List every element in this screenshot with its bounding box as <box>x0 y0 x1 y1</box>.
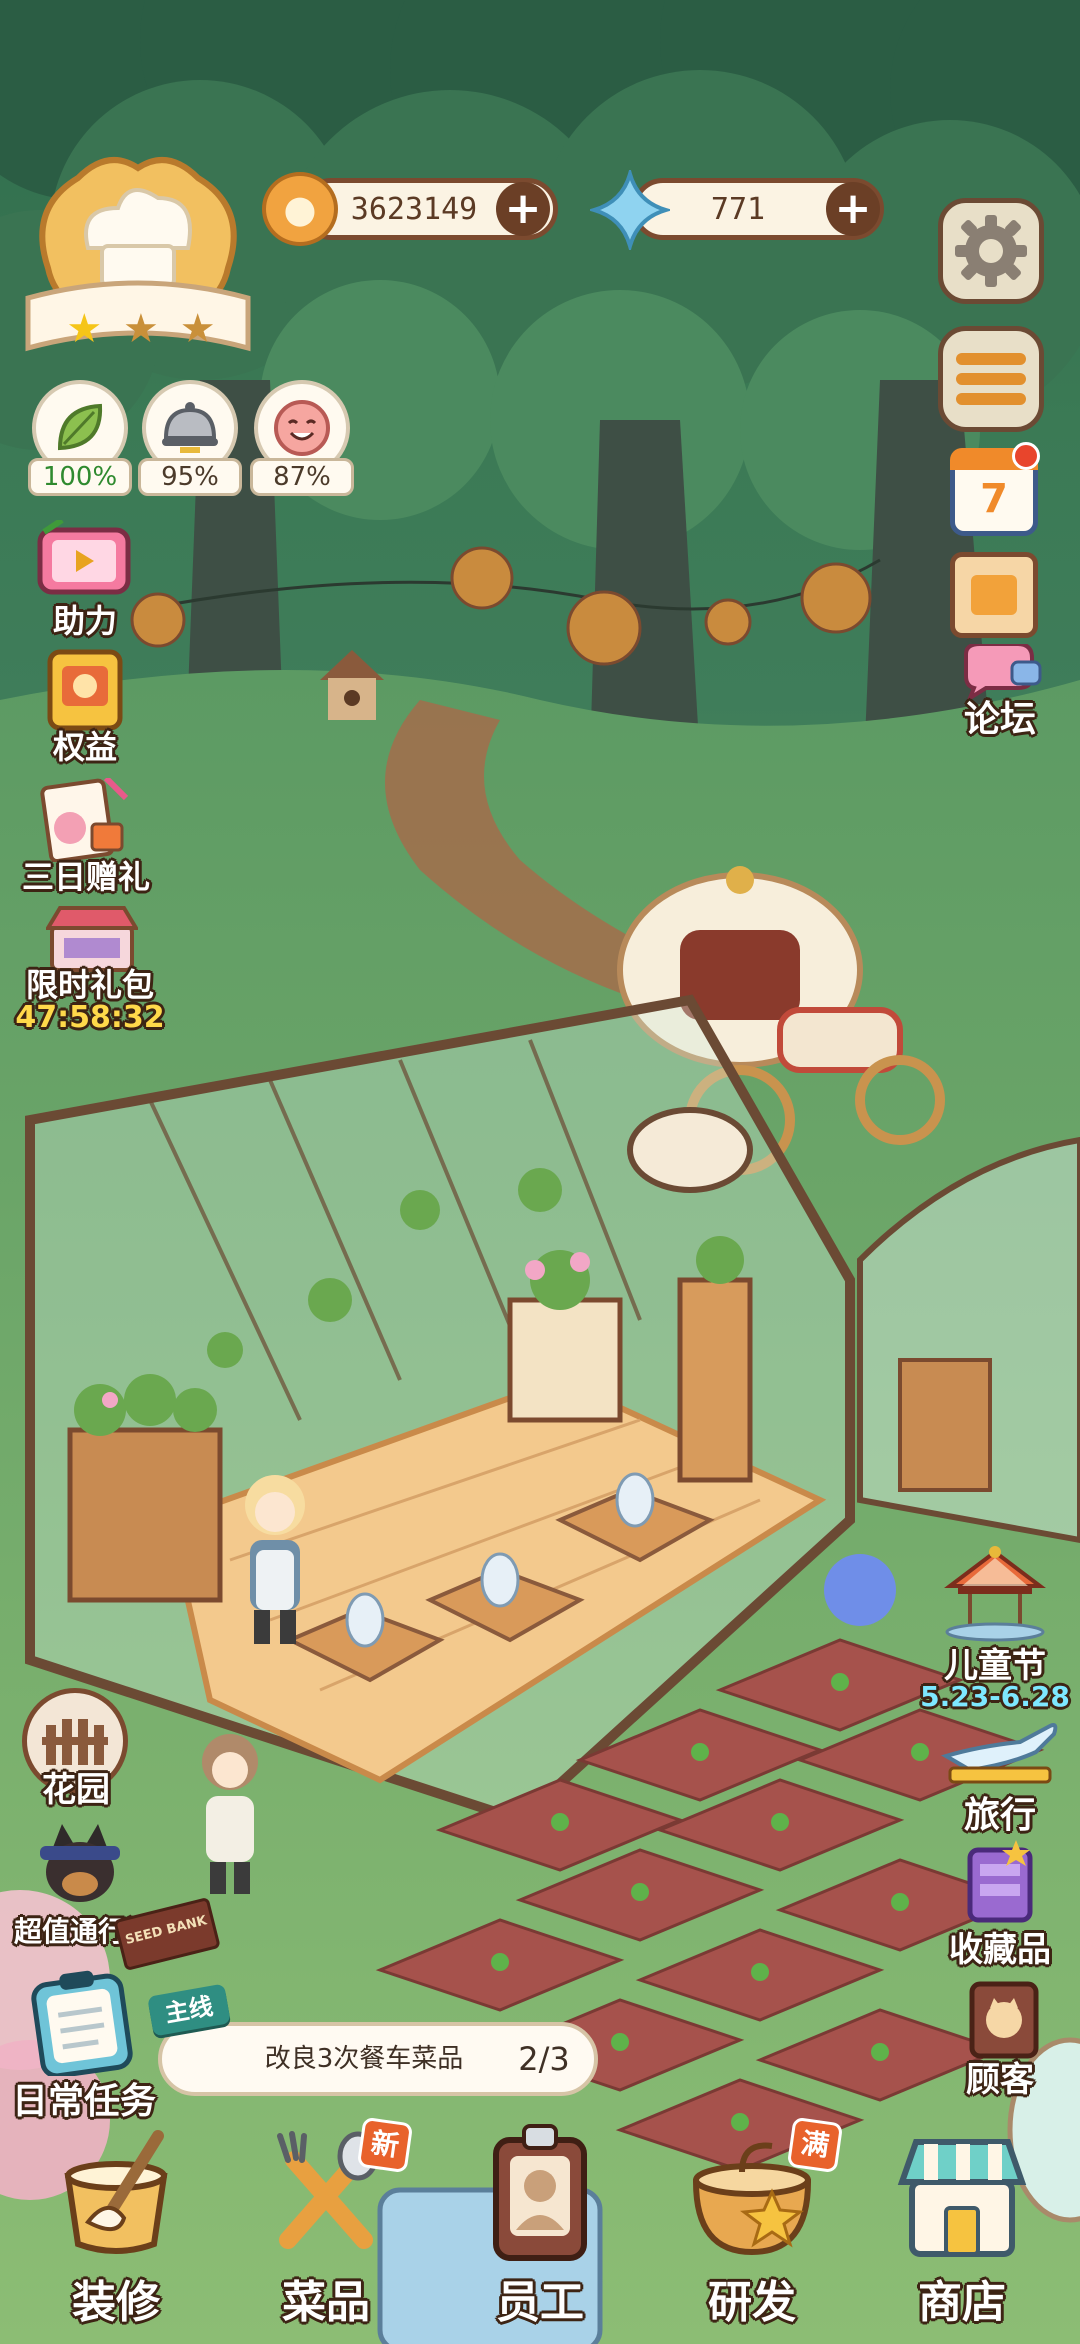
stat-service-value: 95% <box>138 458 242 496</box>
gift-letter-icon <box>40 778 129 862</box>
shop-icon <box>897 2139 1027 2257</box>
travel-button[interactable]: 旅行 <box>930 1716 1070 1836</box>
nav-shop[interactable]: 商店 <box>872 2120 1052 2340</box>
full-badge-text: 满 <box>798 2126 832 2163</box>
airplane-icon <box>940 1723 1058 1784</box>
add-coins-button[interactable]: + <box>496 182 550 236</box>
staff-character-2[interactable] <box>190 1730 270 1900</box>
nav-decorate[interactable]: 装修 <box>26 2120 206 2340</box>
limited-pack-timer: 47:58:32 <box>15 1000 165 1035</box>
three-day-gift-label: 三日赠礼 <box>21 858 150 896</box>
calendar-button[interactable]: 7 <box>950 442 1042 540</box>
travel-label: 旅行 <box>963 1795 1036 1836</box>
gem-amount: 771 <box>710 191 766 227</box>
star-icon: ★ <box>179 306 216 352</box>
collection-button[interactable]: 收藏品 <box>930 1840 1070 1970</box>
staff-badge-icon <box>493 2124 587 2261</box>
customers-label: 顾客 <box>966 2060 1034 2100</box>
smile-icon <box>274 400 330 456</box>
customers-button[interactable]: 顾客 <box>930 1980 1070 2100</box>
clipboard-icon <box>31 1970 133 2076</box>
daily-tasks-label: 日常任务 <box>11 2081 156 2122</box>
video-tv-icon <box>37 520 131 595</box>
gear-icon <box>955 215 1027 287</box>
support-button[interactable]: 助力 <box>20 520 150 640</box>
garden-label: 花园 <box>42 1770 110 1810</box>
leaf-icon <box>57 403 103 451</box>
menu-list-button[interactable] <box>938 326 1044 432</box>
nav-research[interactable]: 满 研发 <box>662 2116 844 2340</box>
benefits-label: 权益 <box>52 728 117 766</box>
main-quest-bar[interactable]: 改良3次餐车菜品 2/3 <box>158 2022 598 2096</box>
quest-text: 改良3次餐车菜品 <box>264 2044 464 2074</box>
calendar-day: 7 <box>980 476 1008 522</box>
event-dates-label: 5.23-6.28 <box>920 1680 1070 1713</box>
collection-label: 收藏品 <box>949 1930 1051 1970</box>
main-quest-tag-text: 主线 <box>162 1992 216 2028</box>
cloche-icon <box>162 402 218 453</box>
stat-satisfaction-value: 87% <box>250 458 354 496</box>
diamond-icon <box>590 170 670 250</box>
notification-dot <box>1012 442 1040 470</box>
forum-label: 论坛 <box>963 699 1036 740</box>
photo-frame-icon <box>950 552 1038 638</box>
daily-tasks-button[interactable]: 日常任务 <box>4 1966 164 2122</box>
nav-shop-label: 商店 <box>918 2277 1006 2328</box>
seed-bank-text: SEED BANK <box>123 1913 209 1948</box>
cabinet-icon <box>967 1840 1033 1923</box>
star-icon: ★ <box>66 306 103 352</box>
new-badge-text: 新 <box>368 2126 402 2163</box>
support-label: 助力 <box>52 602 117 640</box>
game-scene: ★ ★ ★ 3623149 ● + 771 + 100% 95% 87% 助力 … <box>0 0 1080 2344</box>
nav-decorate-label: 装修 <box>72 2277 160 2328</box>
staff-character[interactable] <box>230 1470 320 1650</box>
stat-freshness-value: 100% <box>28 458 132 496</box>
nav-staff-label: 员工 <box>496 2277 584 2328</box>
childrens-day-event-button[interactable]: 儿童节 5.23-6.28 <box>910 1546 1080 1713</box>
star-icon: ★ <box>123 306 159 352</box>
list-icon <box>956 353 1026 405</box>
level-badge[interactable]: ★ ★ ★ <box>18 148 258 378</box>
settings-button[interactable] <box>938 198 1044 304</box>
limited-pack-button[interactable]: 限时礼包 47:58:32 <box>10 904 170 1044</box>
nav-staff[interactable]: 员工 <box>450 2120 630 2340</box>
full-badge: 满 <box>786 2116 844 2174</box>
new-badge: 新 <box>356 2116 414 2174</box>
customer-book-icon <box>969 1981 1039 2059</box>
dog-chef-icon <box>40 1824 120 1902</box>
nav-dishes-label: 菜品 <box>282 2277 370 2328</box>
coin-amount: 3623149 <box>350 191 478 227</box>
add-gems-button[interactable]: + <box>826 182 880 236</box>
level-stars: ★ ★ ★ <box>56 306 226 352</box>
carousel-icon <box>944 1546 1046 1642</box>
nav-dishes[interactable]: 新 菜品 <box>236 2116 416 2340</box>
paint-bucket-icon <box>64 2130 168 2254</box>
three-day-gift-button[interactable]: 三日赠礼 <box>6 776 166 896</box>
forum-button[interactable]: 论坛 <box>940 644 1060 744</box>
quest-progress: 2/3 <box>518 2040 570 2078</box>
nav-research-label: 研发 <box>708 2277 796 2328</box>
album-button[interactable] <box>950 552 1042 644</box>
paw-coin-icon: ● <box>262 172 338 246</box>
garden-button[interactable]: 花园 <box>16 1688 136 1810</box>
benefits-button[interactable]: 权益 <box>20 648 150 768</box>
